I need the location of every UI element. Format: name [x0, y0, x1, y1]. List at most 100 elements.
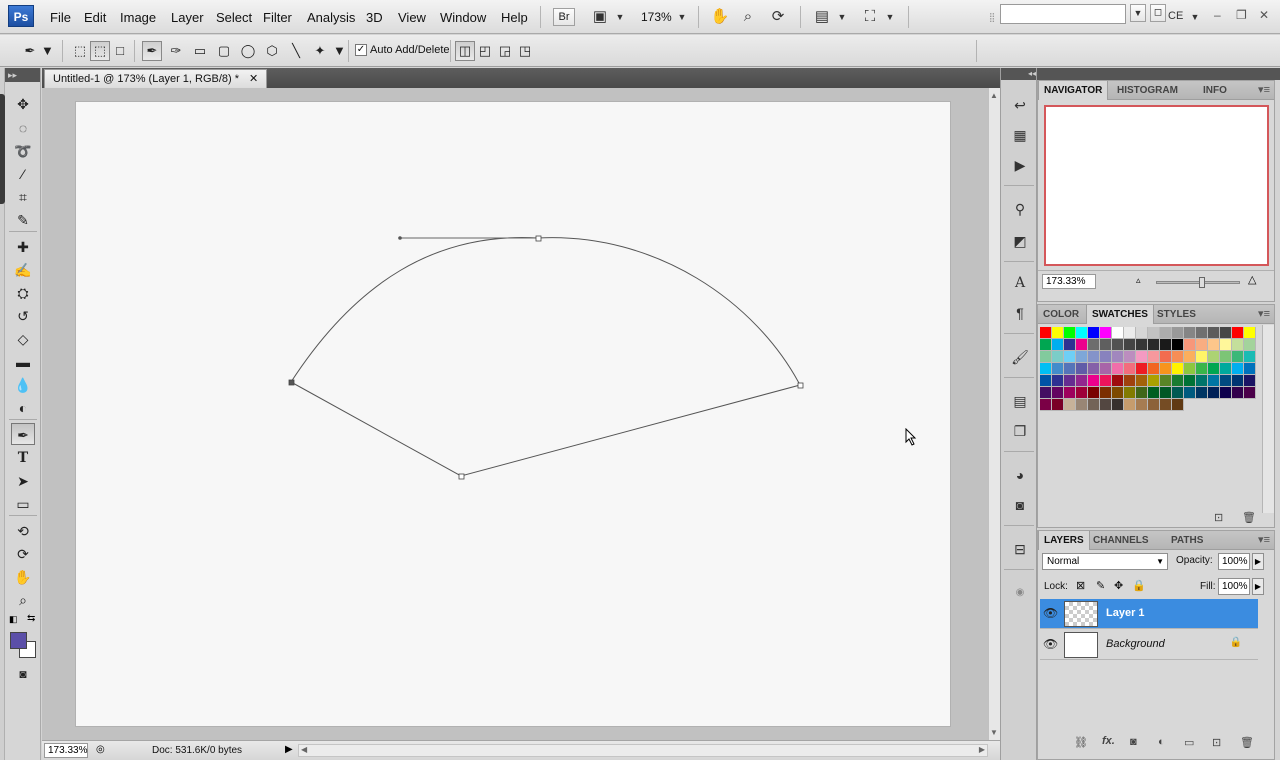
menu-3d[interactable]: 3D: [366, 10, 383, 25]
color-swatch[interactable]: [1040, 363, 1052, 375]
status-zoom-field[interactable]: 173.33%: [44, 743, 88, 758]
tab-histogram[interactable]: HISTOGRAM: [1112, 81, 1183, 100]
default-colors-icon[interactable]: ◧: [9, 614, 18, 625]
color-swatch[interactable]: [1208, 387, 1220, 399]
path-selection-icon[interactable]: ➤: [11, 469, 35, 491]
color-swatch[interactable]: [1124, 339, 1136, 351]
navigator-zoom-slider[interactable]: [1156, 277, 1240, 288]
shape-tool-icon[interactable]: ▭: [11, 492, 35, 514]
color-swatch[interactable]: [1160, 339, 1172, 351]
fill-slider-arrow-icon[interactable]: ▶: [1252, 578, 1264, 595]
type-tool-icon[interactable]: T: [11, 446, 35, 468]
camera-3d-icon[interactable]: ◙: [1009, 494, 1031, 516]
layer-mask-icon[interactable]: ◙: [1130, 736, 1137, 748]
color-swatch[interactable]: [1124, 351, 1136, 363]
new-layer-icon[interactable]: ⊡: [1212, 736, 1221, 749]
color-swatch[interactable]: [1040, 375, 1052, 387]
menu-filter[interactable]: Filter: [263, 10, 292, 25]
screen-layout-icon[interactable]: ⛶: [860, 7, 880, 27]
chevron-down-icon[interactable]: ▼: [672, 7, 692, 27]
adjustments-panel-icon[interactable]: ⚲: [1009, 198, 1031, 220]
color-swatch[interactable]: [1052, 327, 1064, 339]
lock-all-icon[interactable]: 🔒: [1132, 579, 1146, 592]
color-swatch[interactable]: [1088, 387, 1100, 399]
color-swatch[interactable]: [1208, 327, 1220, 339]
custom-shape-icon[interactable]: ✦: [310, 41, 330, 61]
color-swatch[interactable]: [1076, 387, 1088, 399]
zoom-tool-icon[interactable]: ⌕: [11, 588, 35, 610]
menu-edit[interactable]: Edit: [84, 10, 106, 25]
swatches-scrollbar[interactable]: [1262, 325, 1274, 513]
tab-info[interactable]: INFO: [1198, 81, 1232, 100]
color-swatch[interactable]: [1148, 375, 1160, 387]
minimize-icon[interactable]: –: [1214, 8, 1221, 22]
workspace-label[interactable]: CE: [1168, 10, 1183, 22]
color-swatch[interactable]: [1136, 375, 1148, 387]
color-swatch[interactable]: [1052, 363, 1064, 375]
color-swatch[interactable]: [1088, 363, 1100, 375]
color-swatch[interactable]: [1124, 387, 1136, 399]
blend-mode-select[interactable]: Normal ▼: [1042, 553, 1168, 570]
visibility-eye-icon[interactable]: 👁: [1043, 606, 1058, 620]
color-swatch[interactable]: [1220, 375, 1232, 387]
vertical-scrollbar[interactable]: ▲ ▼: [988, 88, 1000, 740]
color-swatch[interactable]: [1220, 363, 1232, 375]
menu-file[interactable]: File: [50, 10, 71, 25]
auto-add-delete-option[interactable]: ✓ Auto Add/Delete: [355, 44, 450, 56]
direction-handle[interactable]: [398, 236, 402, 240]
tab-channels[interactable]: CHANNELS: [1088, 531, 1154, 550]
pen-tool-icon[interactable]: ✒: [11, 423, 35, 445]
ellipse-icon[interactable]: ◯: [238, 41, 258, 61]
status-info-icon[interactable]: ◎: [96, 744, 105, 755]
layer-name[interactable]: Background: [1106, 638, 1165, 650]
color-swatch[interactable]: [1184, 375, 1196, 387]
eyedropper-icon[interactable]: ✎: [11, 208, 35, 230]
close-icon[interactable]: ✕: [1259, 8, 1269, 22]
elliptical-marquee-icon[interactable]: ◌: [11, 116, 35, 138]
color-swatch[interactable]: [1244, 387, 1256, 399]
swap-colors-icon[interactable]: ⇆: [27, 613, 35, 624]
color-swatch[interactable]: [1232, 375, 1244, 387]
color-swatch[interactable]: [1148, 351, 1160, 363]
color-swatch[interactable]: [1052, 375, 1064, 387]
color-swatch[interactable]: [1172, 399, 1184, 411]
menu-window[interactable]: Window: [440, 10, 486, 25]
pen-icon[interactable]: ✒: [142, 41, 162, 61]
exclude-path-icon[interactable]: ◳: [515, 41, 535, 61]
tab-color[interactable]: COLOR: [1038, 305, 1084, 324]
panel-menu-icon[interactable]: ▾≡: [1258, 533, 1270, 546]
color-swatch[interactable]: [1124, 363, 1136, 375]
color-swatch[interactable]: [1160, 363, 1172, 375]
color-swatch[interactable]: [1196, 351, 1208, 363]
color-swatch[interactable]: [1112, 375, 1124, 387]
bridge-button[interactable]: Br: [553, 8, 575, 26]
color-swatch[interactable]: [1160, 387, 1172, 399]
color-swatch[interactable]: [1052, 351, 1064, 363]
color-swatch[interactable]: [1136, 327, 1148, 339]
tab-swatches[interactable]: SWATCHES: [1086, 305, 1154, 324]
layer-thumbnail[interactable]: [1064, 632, 1098, 658]
fill-pixels-icon[interactable]: □: [110, 41, 130, 61]
color-swatch[interactable]: [1112, 363, 1124, 375]
color-swatch[interactable]: [1100, 327, 1112, 339]
visibility-eye-icon[interactable]: 👁: [1043, 637, 1058, 651]
menu-layer[interactable]: Layer: [171, 10, 204, 25]
panel-menu-icon[interactable]: ▾≡: [1258, 83, 1270, 96]
layer-thumbnail[interactable]: [1064, 601, 1098, 627]
masks-panel-icon[interactable]: ◩: [1009, 230, 1031, 252]
color-swatch[interactable]: [1136, 399, 1148, 411]
auto-add-delete-checkbox[interactable]: ✓: [355, 44, 367, 56]
layer-name[interactable]: Layer 1: [1106, 607, 1145, 619]
polygon-icon[interactable]: ⬡: [262, 41, 282, 61]
color-swatch[interactable]: [1244, 375, 1256, 387]
layer-row[interactable]: 👁 Background 🔒: [1040, 630, 1258, 660]
color-swatch[interactable]: [1040, 399, 1052, 411]
color-swatch[interactable]: [1052, 339, 1064, 351]
color-swatch[interactable]: [1148, 327, 1160, 339]
color-swatch[interactable]: [1172, 351, 1184, 363]
color-swatch[interactable]: [1184, 363, 1196, 375]
color-swatch[interactable]: [1244, 351, 1256, 363]
menu-view[interactable]: View: [398, 10, 426, 25]
tool-presets-icon[interactable]: ◕: [1009, 464, 1031, 486]
color-swatch[interactable]: [1100, 351, 1112, 363]
